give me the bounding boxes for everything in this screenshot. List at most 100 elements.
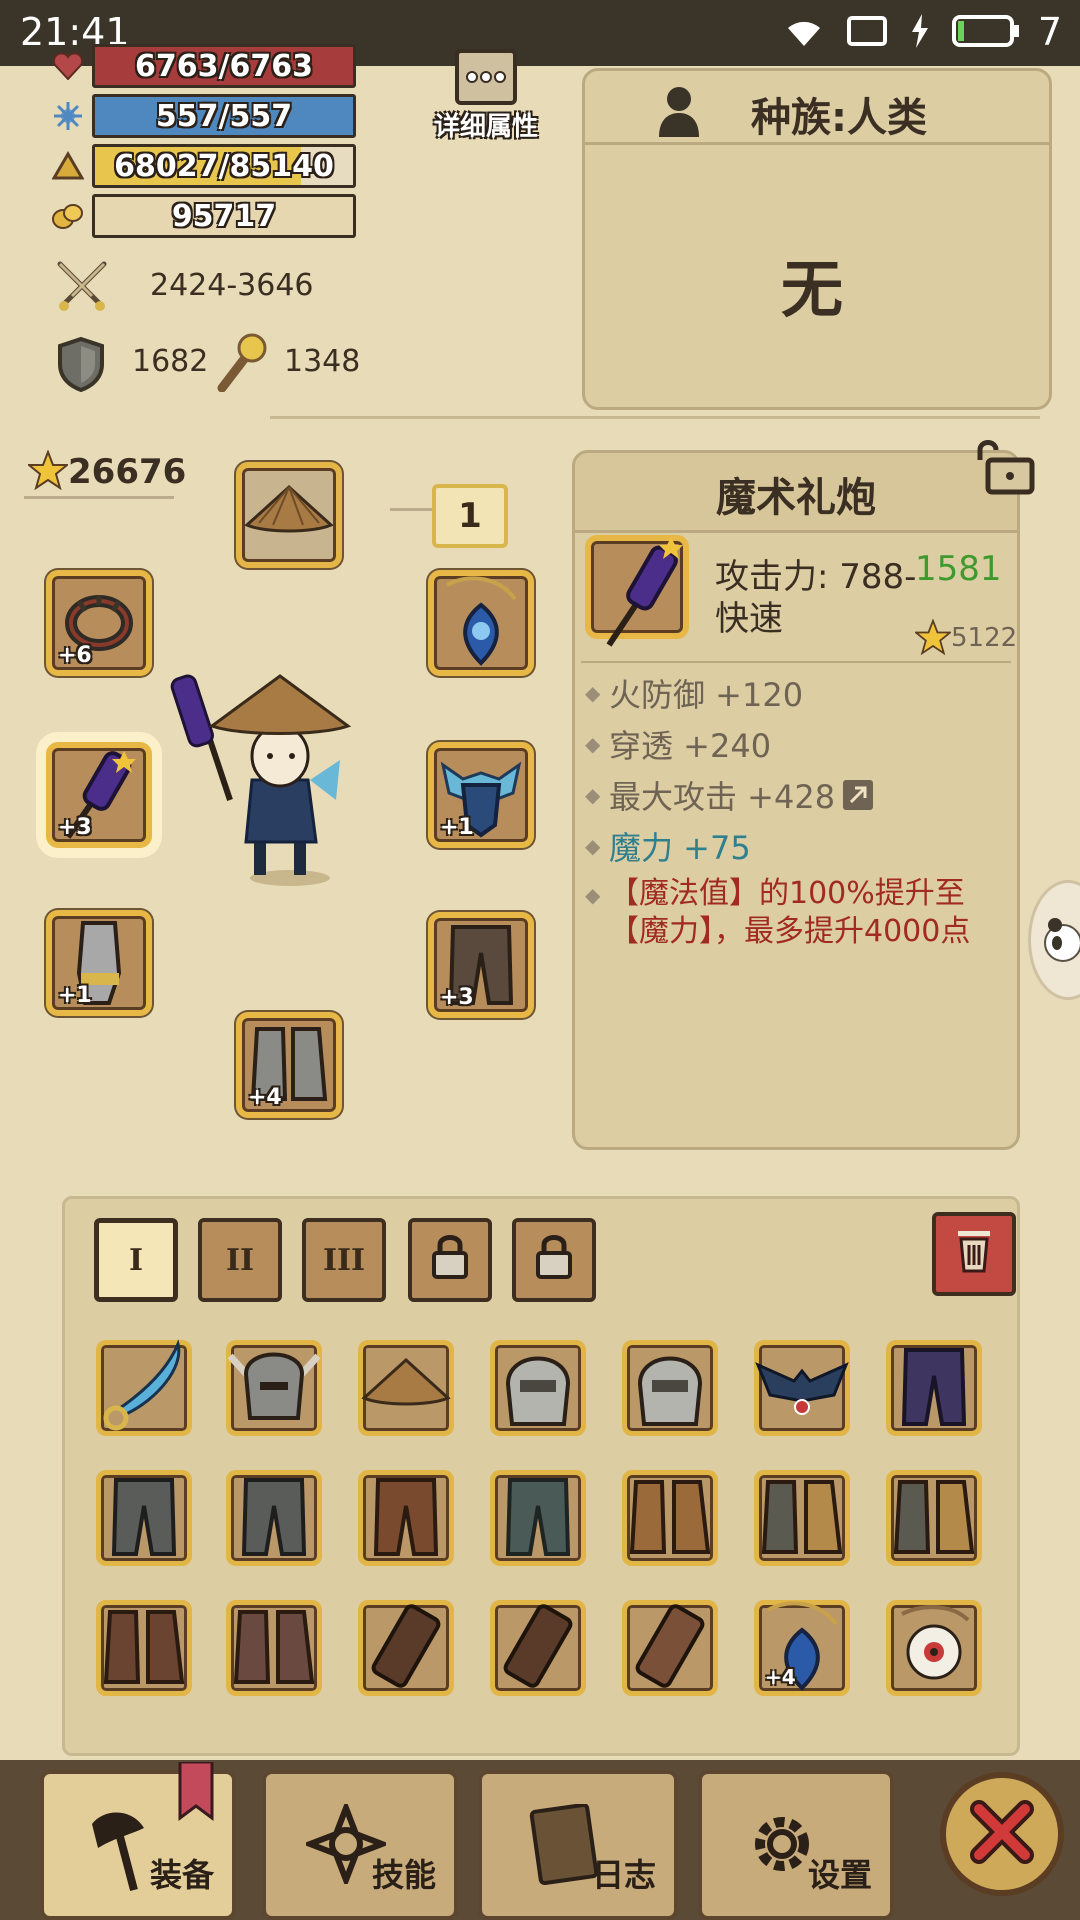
attribute-text-magic: 魔力 +75 — [609, 828, 751, 867]
inventory-item[interactable] — [96, 1600, 192, 1696]
inventory-item[interactable] — [754, 1340, 850, 1436]
shield-icon — [56, 336, 106, 396]
gold-value: 95717 — [171, 198, 277, 234]
close-icon — [967, 1797, 1037, 1871]
heart-icon — [50, 48, 86, 84]
attribute-list: ◆ 火防御 +120 ◆ 穿透 +240 ◆ 最大攻击 +428 ◆ 魔力 +7… — [585, 667, 1005, 951]
equip-slot-weapon[interactable]: +3 — [46, 742, 152, 848]
nav-settings-button[interactable]: 设置 — [698, 1770, 894, 1920]
defense-value: 1682 — [132, 344, 209, 379]
inventory-item[interactable] — [886, 1470, 982, 1566]
exp-row: 68027/85140 — [50, 144, 356, 188]
inventory-item[interactable] — [622, 1470, 718, 1566]
slot-number-badge[interactable]: 1 — [432, 484, 508, 548]
close-button[interactable] — [940, 1772, 1064, 1896]
upgrade-arrow-icon[interactable] — [843, 779, 874, 810]
exp-value: 68027/85140 — [114, 148, 334, 184]
boots-enhance-level: +4 — [248, 1085, 282, 1110]
eyeball-charm-icon — [892, 1604, 976, 1692]
section-divider — [270, 416, 1040, 419]
chainmail-hood-icon — [498, 1344, 578, 1432]
inventory-item[interactable]: +4 — [754, 1600, 850, 1696]
hp-bar: 6763/6763 — [92, 44, 356, 88]
attribute-text: 火防御 +120 — [609, 675, 804, 714]
nav-log-button[interactable]: 日志 — [478, 1770, 678, 1920]
item-speed: 快速 — [715, 599, 783, 639]
more-dots-icon — [454, 48, 518, 110]
connector-line — [24, 496, 174, 499]
tab-page-2[interactable]: II — [198, 1218, 282, 1302]
tan-boots-icon — [760, 1474, 844, 1562]
wifi-icon — [784, 14, 824, 52]
exp-bar: 68027/85140 — [92, 144, 356, 188]
magic-staff-icon — [212, 332, 268, 396]
leather-bracer-icon — [498, 1602, 578, 1694]
nav-equip-label: 装备 — [149, 1856, 214, 1894]
battery-icon — [952, 14, 1020, 52]
inventory-item[interactable] — [490, 1470, 586, 1566]
nav-equip-button[interactable]: 装备 — [40, 1760, 236, 1920]
trash-icon — [952, 1225, 996, 1283]
nav-skills-label: 技能 — [371, 1856, 436, 1894]
inventory-item[interactable] — [622, 1600, 718, 1696]
nav-skills-button[interactable]: 技能 — [262, 1770, 458, 1920]
equip-slot-helmet[interactable] — [236, 462, 342, 568]
inventory-item[interactable] — [622, 1340, 718, 1436]
inventory-item[interactable] — [358, 1470, 454, 1566]
detail-attributes-button[interactable]: 详细属性 — [430, 44, 540, 144]
tab-page-5-locked[interactable] — [512, 1218, 596, 1302]
tab-page-1[interactable]: I — [94, 1218, 178, 1302]
attack-range: 2424-3646 — [150, 268, 314, 303]
attribute-text: 穿透 +240 — [609, 726, 772, 765]
hp-row: 6763/6763 — [50, 44, 356, 88]
equip-slot-ring[interactable]: +6 — [46, 570, 152, 676]
equip-slot-pants[interactable]: +3 — [428, 912, 534, 1018]
equip-slot-amulet[interactable] — [428, 570, 534, 676]
tab-page-3[interactable]: III — [302, 1218, 386, 1302]
star-icon — [26, 449, 70, 494]
inventory-item[interactable] — [886, 1340, 982, 1436]
race-panel: 种族:人类 无 — [582, 68, 1052, 410]
tab-label: II — [225, 1242, 255, 1278]
crossed-swords-icon — [52, 258, 112, 318]
inventory-item[interactable] — [96, 1339, 192, 1436]
tab-label: III — [322, 1242, 366, 1278]
journal-icon — [522, 1802, 602, 1892]
mp-bar: 557/557 — [92, 94, 356, 138]
unlock-icon[interactable] — [970, 436, 1036, 500]
weapon-enhance-level: +3 — [58, 815, 92, 840]
special-effect-text: 【魔法值】的100%提升至【魔力】，最多提升4000点 — [609, 876, 971, 949]
inventory-item[interactable] — [96, 1470, 192, 1566]
diamond-bullet-icon: ◆ — [585, 782, 601, 807]
bookmark-ribbon-icon — [176, 1760, 216, 1826]
inventory-item[interactable] — [226, 1470, 322, 1566]
tab-page-4-locked[interactable] — [408, 1218, 492, 1302]
inventory-item[interactable] — [490, 1340, 586, 1436]
hp-value: 6763/6763 — [135, 48, 313, 84]
brown-boots-icon — [232, 1604, 316, 1692]
ring-enhance-level: +6 — [58, 643, 92, 668]
dark-pants-icon — [234, 1472, 314, 1564]
trash-button[interactable] — [932, 1212, 1016, 1296]
item-divider — [581, 661, 1011, 663]
equip-slot-armor[interactable]: +1 — [428, 742, 534, 848]
equip-slot-boots[interactable]: +4 — [236, 1012, 342, 1118]
horned-helmet-icon — [226, 1338, 322, 1438]
inventory-item[interactable] — [358, 1340, 454, 1436]
inventory-item[interactable] — [490, 1600, 586, 1696]
special-effect-row: ◆ 【魔法值】的100%提升至【魔力】，最多提升4000点 — [585, 875, 1005, 951]
leather-pants-icon — [366, 1472, 446, 1564]
leather-bracer-icon — [366, 1602, 446, 1694]
brown-boots-icon — [102, 1604, 186, 1692]
inventory-item[interactable] — [226, 1340, 322, 1436]
equip-slot-gloves[interactable]: +1 — [46, 910, 152, 1016]
inventory-item[interactable] — [886, 1600, 982, 1696]
inventory-item[interactable] — [754, 1470, 850, 1566]
screen-icon — [846, 15, 888, 51]
diamond-bullet-icon: ◆ — [585, 833, 601, 858]
inventory-item[interactable] — [358, 1600, 454, 1696]
straw-hat-icon — [358, 1354, 454, 1422]
mp-row: 557/557 — [50, 94, 356, 138]
diamond-bullet-icon: ◆ — [585, 731, 601, 756]
inventory-item[interactable] — [226, 1600, 322, 1696]
